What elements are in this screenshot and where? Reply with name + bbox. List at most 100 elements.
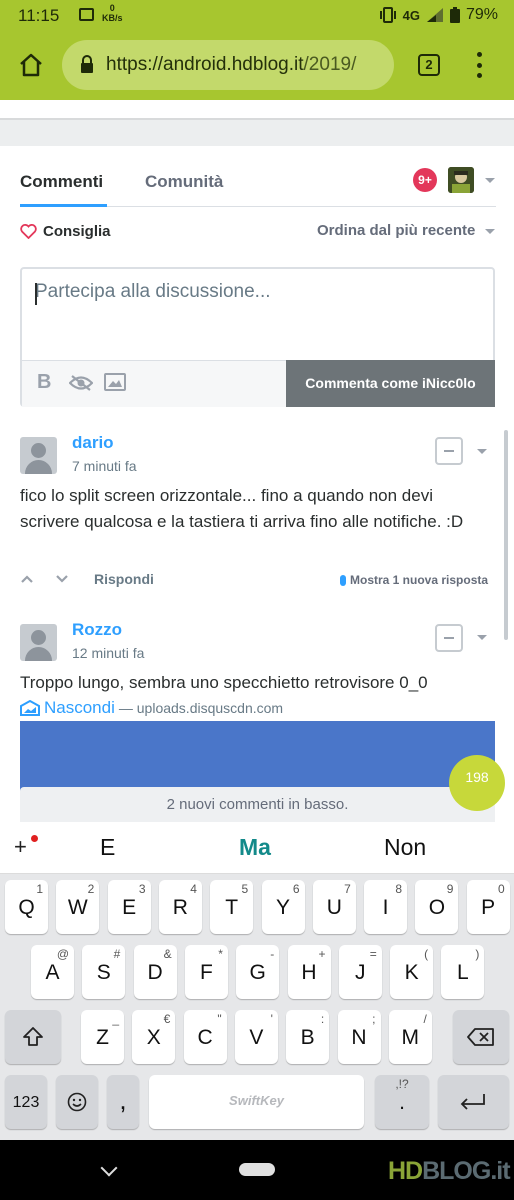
tab-community[interactable]: Comunità [145,172,223,192]
page-separator [0,118,514,146]
status-right: 4G 79% [379,6,498,24]
gallery-notification-icon [79,8,94,21]
key-u[interactable]: 7U [312,880,356,934]
upvote-icon[interactable] [20,574,34,584]
status-time: 11:15 [18,6,60,25]
tab-switcher-button[interactable]: 2 [418,54,440,76]
active-tab-indicator [20,204,107,207]
network-type: 4G [402,7,420,23]
user-avatar[interactable] [448,167,474,193]
net-speed: 0 KB/s [102,3,123,23]
image-icon[interactable] [104,373,126,391]
space-key[interactable]: SwiftKey [149,1075,364,1129]
signal-icon [426,8,443,22]
backspace-key[interactable] [453,1010,509,1064]
key-a[interactable]: @ A [31,945,74,999]
recommend-button[interactable]: Consiglia [20,223,111,240]
scrollbar[interactable] [504,430,508,640]
key-p[interactable]: 0P [466,880,510,934]
show-new-reply-link[interactable]: Mostra 1 nuova risposta [340,573,488,587]
comment-menu-chevron-icon[interactable] [477,449,487,454]
key-v[interactable]: ' V [234,1010,278,1064]
comment-menu-chevron-icon[interactable] [477,635,487,640]
key-d[interactable]: & D [133,945,177,999]
comment-composer[interactable]: Partecipa alla discussione... B Commenta… [20,267,495,407]
spoiler-eye-icon[interactable] [69,374,93,392]
suggestion-bar: + E Ma Non [0,822,514,874]
period-key[interactable]: ,!? . [375,1075,429,1129]
key-o[interactable]: 9O [415,880,459,934]
notifications-badge[interactable]: 9+ [413,168,437,192]
bold-icon[interactable]: B [37,371,51,394]
key-w[interactable]: 2W [56,880,100,934]
new-reply-indicator [340,574,346,586]
key-q[interactable]: 1Q [5,880,48,934]
comma-key[interactable]: , [107,1075,139,1129]
key-m[interactable]: / M [388,1010,432,1064]
home-icon[interactable] [18,53,44,77]
nav-home-pill[interactable] [239,1163,275,1176]
toolbar-expand-icon[interactable]: + [14,834,27,860]
composer-placeholder[interactable]: Partecipa alla discussione... [35,281,271,303]
key-z[interactable]: _ Z [81,1010,124,1064]
comment-time[interactable]: 12 minuti fa [72,645,144,661]
media-icon [20,700,40,716]
key-j[interactable]: = J [338,945,382,999]
comment-author[interactable]: Rozzo [72,620,122,640]
browser-menu-icon[interactable] [474,52,484,78]
backspace-icon [467,1028,494,1046]
new-comments-banner[interactable]: 2 nuovi commenti in basso. [20,787,495,822]
hdblog-watermark: HDBLOG.it [388,1157,511,1185]
key-r[interactable]: 4R [158,880,202,934]
tab-comments[interactable]: Commenti [20,172,103,192]
battery-icon [449,7,460,23]
address-bar[interactable]: https://android.hdblog.it/2019/ [62,40,394,90]
enter-key[interactable] [438,1075,509,1129]
collapse-button[interactable] [435,437,463,465]
sort-chevron-icon[interactable] [485,229,495,234]
post-comment-button[interactable]: Commenta come iNicc0lo [286,360,495,407]
key-l[interactable]: ) L [441,945,485,999]
comment-time[interactable]: 7 minuti fa [72,458,137,474]
key-n[interactable]: ; N [337,1010,381,1064]
key-y[interactable]: 6Y [261,880,305,934]
enter-icon [460,1094,485,1110]
swiftkey-logo: SwiftKey [229,1093,284,1108]
key-e[interactable]: 3E [107,880,151,934]
user-menu-chevron-icon[interactable] [485,178,495,183]
key-h[interactable]: + H [287,945,331,999]
suggestion-left[interactable]: E [100,834,115,861]
shift-key[interactable] [5,1010,61,1064]
suggestion-center[interactable]: Ma [239,834,271,861]
battery-percent: 79% [465,6,498,23]
comment-avatar[interactable] [20,624,57,661]
key-t[interactable]: 5T [210,880,254,934]
status-bar: 11:15 0 KB/s 4G 79% [0,0,514,32]
composer-toolbar: B [22,360,286,407]
sort-dropdown[interactable]: Ordina dal più recente [317,222,475,239]
key-k[interactable]: (K [390,945,434,999]
collapse-button[interactable] [435,624,463,652]
comment-author[interactable]: dario [72,433,114,453]
text-cursor [35,283,37,305]
comment-count-bubble[interactable]: 198 [449,755,505,811]
comment-avatar[interactable] [20,437,57,474]
media-link-line: Nascondi — uploads.disquscdn.com [20,698,283,718]
suggestion-right[interactable]: Non [384,834,426,861]
key-c[interactable]: " C [183,1010,227,1064]
emoji-key[interactable] [56,1075,98,1129]
lock-icon [81,55,93,73]
key-g[interactable]: -G [236,945,280,999]
key-f[interactable]: * F [184,945,228,999]
key-i[interactable]: 8I [364,880,408,934]
url-text: https://android.hdblog.it/2019/ [106,54,357,75]
recommend-label: Consiglia [43,223,111,240]
key-s[interactable]: # S [82,945,126,999]
key-b[interactable]: :B [286,1010,330,1064]
reply-button[interactable]: Rispondi [94,571,154,587]
hide-media-link[interactable]: Nascondi [44,698,115,718]
downvote-icon[interactable] [55,574,69,584]
numbers-key[interactable]: 123 [5,1075,47,1129]
key-x[interactable]: € X [132,1010,176,1064]
notification-dot [31,835,38,842]
